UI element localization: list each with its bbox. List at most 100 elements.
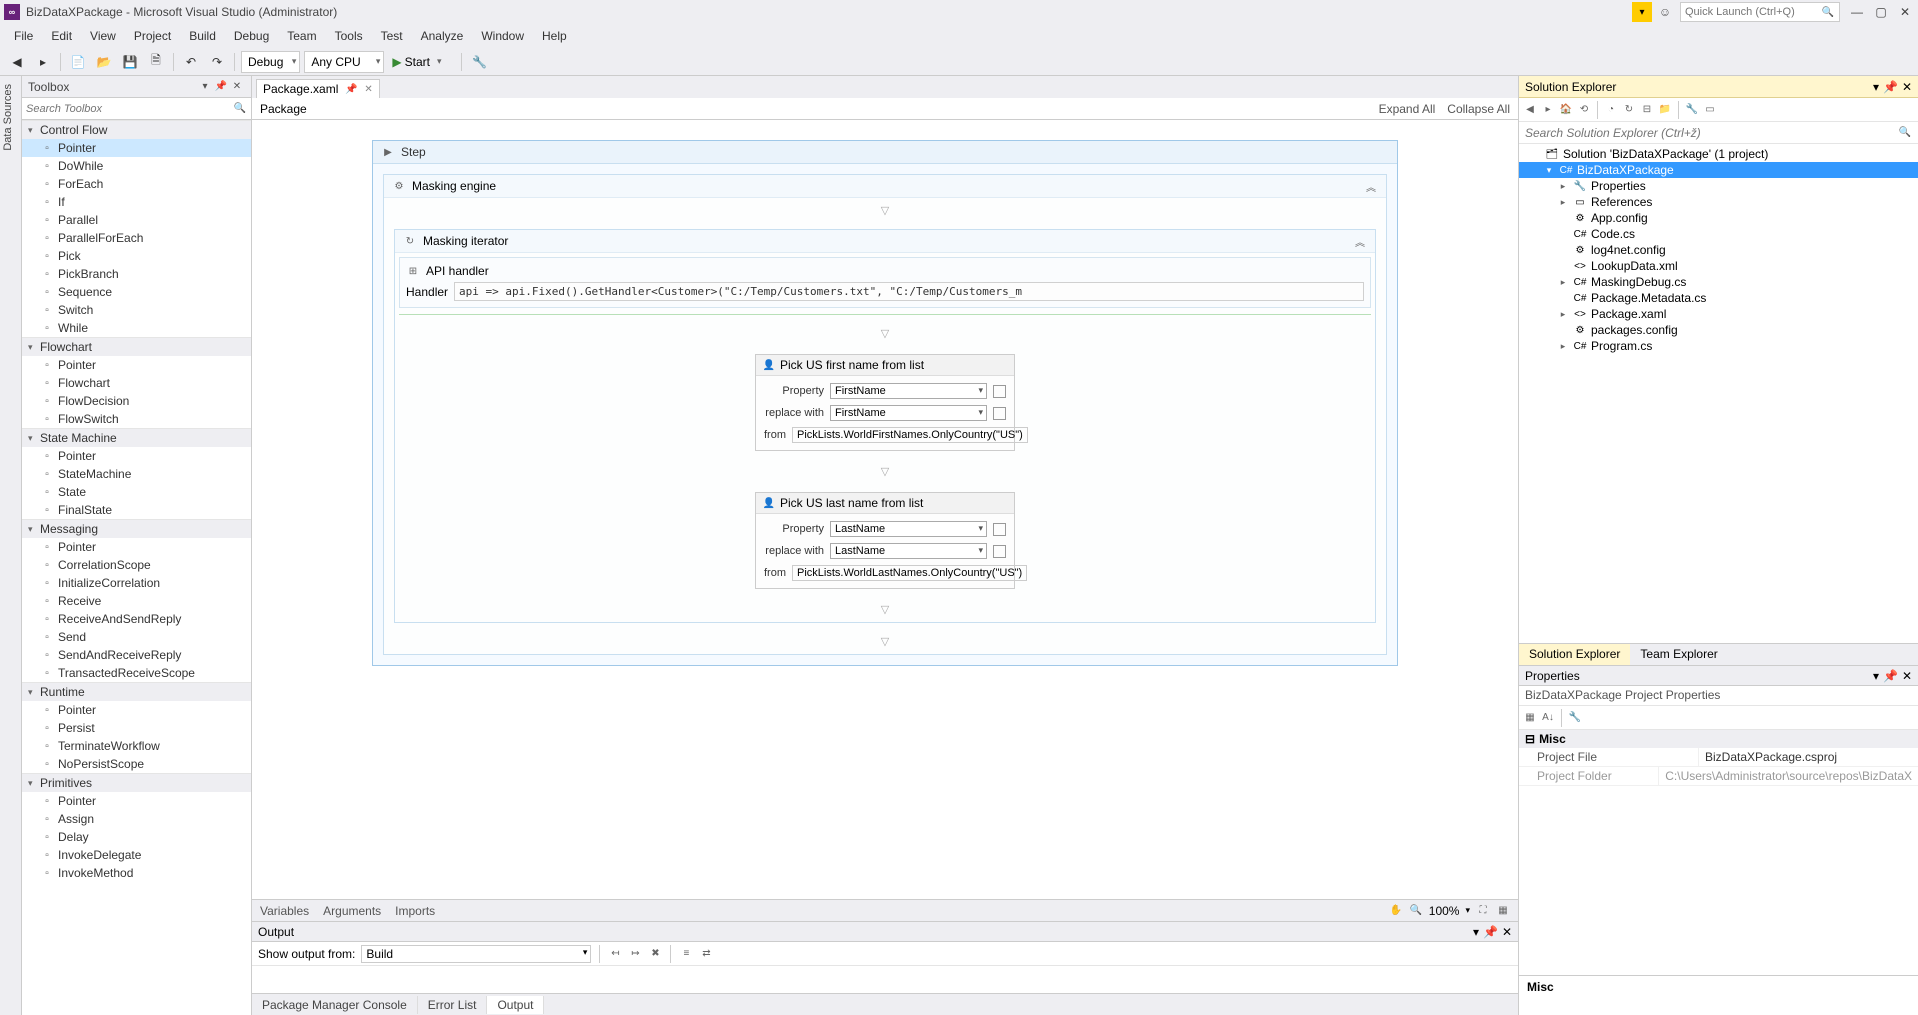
menu-debug[interactable]: Debug	[226, 27, 277, 45]
variables-tab[interactable]: Variables	[260, 904, 309, 918]
new-project-button[interactable]: 📄	[67, 51, 89, 73]
toolbox-category[interactable]: ▾Runtime	[22, 682, 251, 701]
zoom-level[interactable]: 100%	[1429, 904, 1460, 918]
overview-icon[interactable]: ▦	[1496, 904, 1510, 918]
nav-fwd-button[interactable]: ▸	[32, 51, 54, 73]
toolbox-item[interactable]: ▫ReceiveAndSendReply	[22, 610, 251, 628]
tree-node[interactable]: ▾C#BizDataXPackage	[1519, 162, 1918, 178]
toolbox-search[interactable]: 🔍	[22, 98, 251, 120]
tree-node[interactable]: ▸🔧Properties	[1519, 178, 1918, 194]
pick-firstname-activity[interactable]: 👤Pick US first name from list PropertyFi…	[755, 354, 1015, 451]
toolbox-item[interactable]: ▫Pointer	[22, 792, 251, 810]
toolbox-item[interactable]: ▫TransactedReceiveScope	[22, 664, 251, 682]
output-clear-button[interactable]: ✖	[648, 947, 662, 961]
toolbox-pin-button[interactable]: 📌	[213, 79, 229, 95]
se-showall-button[interactable]: 📁	[1658, 103, 1672, 117]
start-button[interactable]: ▶Start▾	[388, 51, 455, 73]
props-az-button[interactable]: A↓	[1541, 711, 1555, 725]
zoom-icon[interactable]: 🔍	[1409, 904, 1423, 918]
se-close-button[interactable]: ✕	[1902, 80, 1912, 94]
expand-icon[interactable]: ▸	[1557, 197, 1569, 208]
minimize-button[interactable]: —	[1848, 3, 1866, 21]
se-back-button[interactable]: ◀	[1523, 103, 1537, 117]
output-close-button[interactable]: ✕	[1502, 925, 1512, 939]
toolbox-item[interactable]: ▫Parallel	[22, 211, 251, 229]
open-file-button[interactable]: 📂	[93, 51, 115, 73]
toolbox-item[interactable]: ▫StateMachine	[22, 465, 251, 483]
toolbox-category[interactable]: ▾Control Flow	[22, 120, 251, 139]
output-source-combo[interactable]: Build	[361, 945, 591, 963]
se-properties-button[interactable]: 🔧	[1685, 103, 1699, 117]
expand-icon[interactable]: ▸	[1557, 309, 1569, 320]
se-tree[interactable]: 🗂Solution 'BizDataXPackage' (1 project)▾…	[1519, 144, 1918, 643]
output-toggle-button[interactable]: ⇄	[699, 947, 713, 961]
toolbox-item[interactable]: ▫FinalState	[22, 501, 251, 519]
se-tab[interactable]: Solution Explorer	[1519, 644, 1630, 665]
quick-launch[interactable]: 🔍	[1680, 2, 1840, 22]
props-pin-button[interactable]: 📌	[1883, 669, 1898, 683]
masking-engine-activity[interactable]: ⚙Masking engine︽ ▽ ↻Masking iterator︽ ⊞A…	[383, 174, 1387, 655]
menu-test[interactable]: Test	[373, 27, 411, 45]
prop-value[interactable]: BizDataXPackage.csproj	[1699, 748, 1918, 766]
nav-back-button[interactable]: ◀	[6, 51, 28, 73]
imports-tab[interactable]: Imports	[395, 904, 435, 918]
menu-tools[interactable]: Tools	[327, 27, 371, 45]
toolbox-category[interactable]: ▾State Machine	[22, 428, 251, 447]
save-button[interactable]: 💾	[119, 51, 141, 73]
toolbox-item[interactable]: ▫Sequence	[22, 283, 251, 301]
output-next-button[interactable]: ↦	[628, 947, 642, 961]
props-row[interactable]: Project FileBizDataXPackage.csproj	[1519, 748, 1918, 767]
se-fwd-button[interactable]: ▸	[1541, 103, 1555, 117]
output-prev-button[interactable]: ↤	[608, 947, 622, 961]
tree-node[interactable]: C#Package.Metadata.cs	[1519, 290, 1918, 306]
output-tab[interactable]: Output	[487, 996, 544, 1014]
toolbox-list[interactable]: ▾Control Flow▫Pointer▫DoWhile▫ForEach▫If…	[22, 120, 251, 1015]
data-sources-tab[interactable]: Data Sources	[0, 76, 16, 159]
notification-badge[interactable]: ▾	[1632, 2, 1652, 22]
output-dropdown-button[interactable]: ▾	[1473, 925, 1479, 939]
toolbox-item[interactable]: ▫FlowSwitch	[22, 410, 251, 428]
toolbox-item[interactable]: ▫Pick	[22, 247, 251, 265]
toolbox-item[interactable]: ▫Pointer	[22, 538, 251, 556]
toolbox-item[interactable]: ▫Switch	[22, 301, 251, 319]
se-home-button[interactable]: 🏠	[1559, 103, 1573, 117]
menu-view[interactable]: View	[82, 27, 124, 45]
se-preview-button[interactable]: ▭	[1703, 103, 1717, 117]
props-pages-button[interactable]: 🔧	[1568, 711, 1582, 725]
pick-lastname-activity[interactable]: 👤Pick US last name from list PropertyLas…	[755, 492, 1015, 589]
pmc-tab[interactable]: Package Manager Console	[252, 996, 418, 1014]
feedback-icon[interactable]: ☺	[1656, 3, 1674, 21]
redo-button[interactable]: ↷	[206, 51, 228, 73]
tree-node[interactable]: C#Code.cs	[1519, 226, 1918, 242]
workflow-designer[interactable]: ▶Step ⚙Masking engine︽ ▽ ↻Masking iterat…	[252, 120, 1518, 899]
menu-project[interactable]: Project	[126, 27, 179, 45]
from-expression[interactable]: PickLists.WorldLastNames.OnlyCountry("US…	[792, 565, 1027, 581]
property-checkbox[interactable]	[993, 385, 1006, 398]
menu-analyze[interactable]: Analyze	[413, 27, 472, 45]
fit-icon[interactable]: ⛶	[1476, 904, 1490, 918]
toolbox-item[interactable]: ▫DoWhile	[22, 157, 251, 175]
expand-icon[interactable]: ▸	[1557, 341, 1569, 352]
toolbox-item[interactable]: ▫InvokeMethod	[22, 864, 251, 882]
expand-icon[interactable]: ▾	[1543, 165, 1555, 176]
property-combo[interactable]: LastName	[830, 521, 987, 537]
output-pin-button[interactable]: 📌	[1483, 925, 1498, 939]
maximize-button[interactable]: ▢	[1872, 3, 1890, 21]
toolbox-item[interactable]: ▫Assign	[22, 810, 251, 828]
toolbox-item[interactable]: ▫Send	[22, 628, 251, 646]
toolbox-item[interactable]: ▫NoPersistScope	[22, 755, 251, 773]
toolbox-item[interactable]: ▫InitializeCorrelation	[22, 574, 251, 592]
error-list-tab[interactable]: Error List	[418, 996, 488, 1014]
tree-node[interactable]: ⚙packages.config	[1519, 322, 1918, 338]
toolbox-item[interactable]: ▫Pointer	[22, 356, 251, 374]
toolbox-item[interactable]: ▫TerminateWorkflow	[22, 737, 251, 755]
toolbox-category[interactable]: ▾Primitives	[22, 773, 251, 792]
handler-expression-input[interactable]: api => api.Fixed().GetHandler<Customer>(…	[454, 282, 1364, 301]
expand-icon[interactable]: ▸	[1557, 277, 1569, 288]
arguments-tab[interactable]: Arguments	[323, 904, 381, 918]
expand-icon[interactable]: ▸	[1557, 181, 1569, 192]
output-text[interactable]	[252, 966, 1518, 993]
props-category[interactable]: ⊟ Misc	[1519, 730, 1918, 748]
menu-team[interactable]: Team	[279, 27, 324, 45]
document-tab[interactable]: Package.xaml 📌 ✕	[256, 79, 380, 98]
